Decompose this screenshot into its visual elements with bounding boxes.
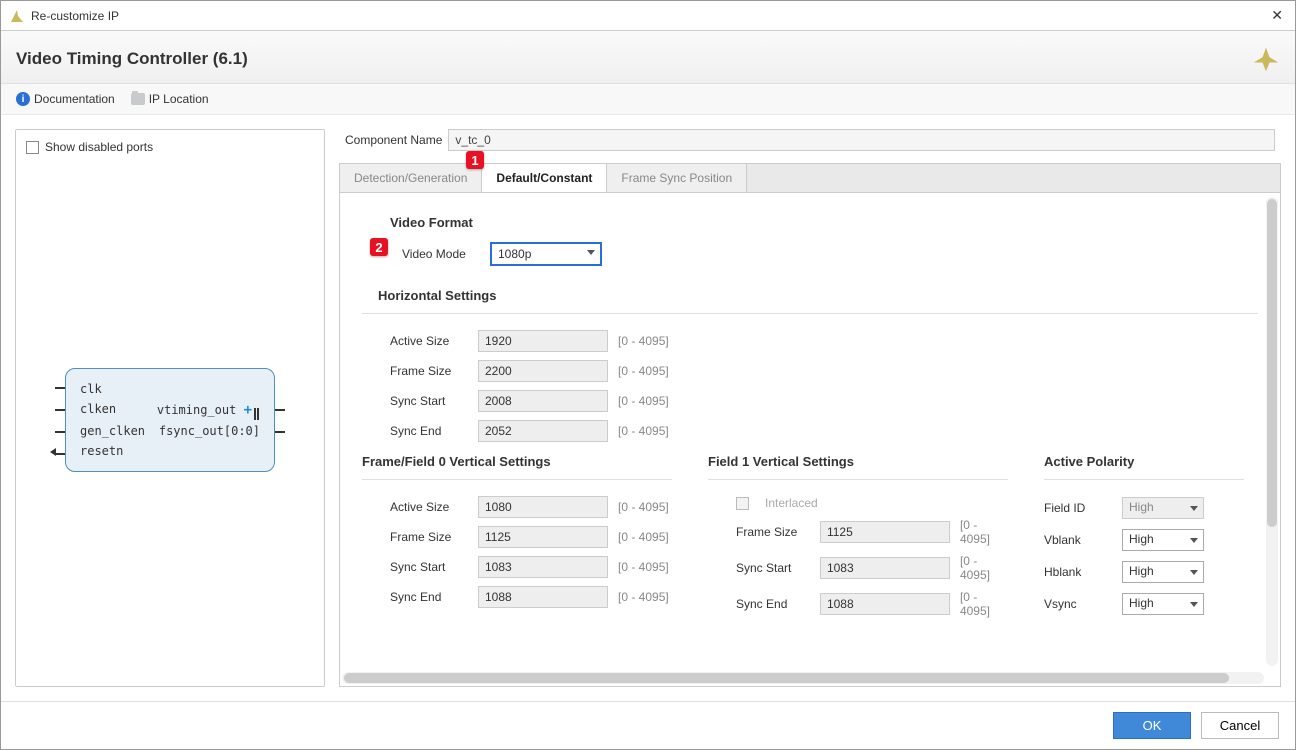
- vset0-label-0: Active Size: [390, 500, 468, 514]
- vset1-label-0: Frame Size: [736, 525, 810, 539]
- ok-button[interactable]: OK: [1113, 712, 1191, 739]
- chevron-down-icon: [1190, 506, 1198, 511]
- vset0-range-3: [0 - 4095]: [618, 590, 669, 604]
- vset1-label-2: Sync End: [736, 597, 810, 611]
- hset-title: Horizontal Settings: [362, 288, 1258, 303]
- cancel-button[interactable]: Cancel: [1201, 712, 1279, 739]
- footer: OK Cancel: [1, 701, 1295, 749]
- vset1-range-1: [0 - 4095]: [960, 554, 1008, 582]
- polarity-select-2[interactable]: High: [1122, 561, 1204, 583]
- vset1-range-0: [0 - 4095]: [960, 518, 1008, 546]
- vset0-input-3[interactable]: [478, 586, 608, 608]
- scrollbar-h[interactable]: [342, 672, 1264, 684]
- hset-label-3: Sync End: [390, 424, 468, 438]
- polarity-title: Active Polarity: [1044, 454, 1244, 469]
- polarity-select-3[interactable]: High: [1122, 593, 1204, 615]
- interlaced-checkbox: [736, 497, 749, 510]
- component-name-label: Component Name: [345, 133, 442, 147]
- vset1-label-1: Sync Start: [736, 561, 810, 575]
- tab-frame-sync[interactable]: Frame Sync Position: [607, 164, 747, 192]
- port-vtiming: vtiming_out: [157, 403, 236, 417]
- vset0-label-2: Sync Start: [390, 560, 468, 574]
- hset-range-0: [0 - 4095]: [618, 334, 669, 348]
- polarity-label-0: Field ID: [1044, 501, 1112, 515]
- hset-label-2: Sync Start: [390, 394, 468, 408]
- brand-icon: [1252, 45, 1280, 73]
- vset0-label-1: Frame Size: [390, 530, 468, 544]
- header: Video Timing Controller (6.1): [1, 31, 1295, 84]
- polarity-select-0: High: [1122, 497, 1204, 519]
- vset0-title: Frame/Field 0 Vertical Settings: [362, 454, 672, 469]
- vset0-range-0: [0 - 4095]: [618, 500, 669, 514]
- tab-default-constant[interactable]: Default/Constant: [482, 164, 607, 193]
- vset0-input-0[interactable]: [478, 496, 608, 518]
- video-mode-select[interactable]: 1080p: [490, 242, 602, 266]
- vset1-input-1[interactable]: [820, 557, 950, 579]
- component-name-input[interactable]: [448, 129, 1275, 151]
- documentation-link[interactable]: i Documentation: [16, 92, 115, 106]
- port-resetn: resetn: [80, 444, 123, 458]
- video-format-title: Video Format: [362, 215, 1258, 230]
- vset1-title: Field 1 Vertical Settings: [708, 454, 1008, 469]
- hset-input-2[interactable]: [478, 390, 608, 412]
- interlaced-row: Interlaced: [708, 492, 1008, 514]
- vset0-label-3: Sync End: [390, 590, 468, 604]
- doc-label: Documentation: [34, 92, 115, 106]
- video-mode-label: Video Mode: [402, 247, 480, 261]
- hset-range-3: [0 - 4095]: [618, 424, 669, 438]
- chevron-down-icon: [1190, 570, 1198, 575]
- hset-range-2: [0 - 4095]: [618, 394, 669, 408]
- port-gen_clken: gen_clken: [80, 424, 145, 438]
- hset-input-0[interactable]: [478, 330, 608, 352]
- preview-panel: Show disabled ports clk clken vtiming_out…: [15, 129, 325, 687]
- show-disabled-label: Show disabled ports: [45, 140, 153, 154]
- hset-input-1[interactable]: [478, 360, 608, 382]
- chevron-down-icon: [1190, 602, 1198, 607]
- ip-location-link[interactable]: IP Location: [131, 92, 209, 106]
- close-icon[interactable]: ✕: [1267, 7, 1287, 24]
- iploc-label: IP Location: [149, 92, 209, 106]
- chevron-down-icon: [1190, 538, 1198, 543]
- hset-input-3[interactable]: [478, 420, 608, 442]
- titlebar: Re-customize IP ✕: [1, 1, 1295, 31]
- hset-label-1: Frame Size: [390, 364, 468, 378]
- hset-label-0: Active Size: [390, 334, 468, 348]
- polarity-select-1[interactable]: High: [1122, 529, 1204, 551]
- vset1-input-0[interactable]: [820, 521, 950, 543]
- app-icon: [9, 8, 25, 24]
- vset1-input-2[interactable]: [820, 593, 950, 615]
- ip-block: clk clken vtiming_out + gen_clken fsync_ou…: [65, 368, 275, 472]
- polarity-label-1: Vblank: [1044, 533, 1112, 547]
- chevron-down-icon: [587, 250, 595, 255]
- vset1-range-2: [0 - 4095]: [960, 590, 1008, 618]
- callout-1: 1: [466, 151, 484, 169]
- window-title: Re-customize IP: [31, 9, 1267, 23]
- show-disabled-checkbox[interactable]: [26, 141, 39, 154]
- callout-2: 2: [370, 238, 388, 256]
- vset0-range-1: [0 - 4095]: [618, 530, 669, 544]
- port-clk: clk: [80, 382, 102, 396]
- scrollbar-v[interactable]: [1266, 197, 1278, 666]
- tab-content: Video Format Video Mode 1080p 2 Horizont…: [339, 192, 1281, 687]
- hset-range-1: [0 - 4095]: [618, 364, 669, 378]
- page-title: Video Timing Controller (6.1): [16, 49, 1252, 69]
- polarity-label-3: Vsync: [1044, 597, 1112, 611]
- port-clken: clken: [80, 402, 116, 418]
- tab-detection-generation[interactable]: Detection/Generation: [340, 164, 482, 192]
- video-mode-value: 1080p: [498, 247, 531, 261]
- links-bar: i Documentation IP Location: [1, 84, 1295, 115]
- vset0-range-2: [0 - 4095]: [618, 560, 669, 574]
- interlaced-label: Interlaced: [765, 496, 818, 510]
- vset0-input-1[interactable]: [478, 526, 608, 548]
- polarity-label-2: Hblank: [1044, 565, 1112, 579]
- port-fsync: fsync_out[0:0]: [159, 424, 260, 438]
- vset0-input-2[interactable]: [478, 556, 608, 578]
- plus-icon: +: [244, 402, 252, 418]
- info-icon: i: [16, 92, 30, 106]
- folder-icon: [131, 93, 145, 105]
